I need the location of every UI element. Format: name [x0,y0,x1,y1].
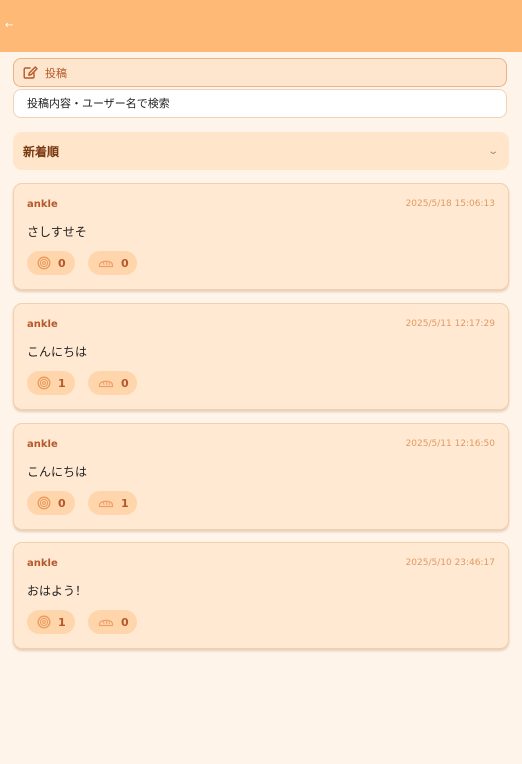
chevron-down-icon: ⌄ [486,145,499,157]
post-username[interactable]: ankle [27,558,58,569]
reaction-count: 0 [58,496,66,510]
post-timestamp: 2025/5/11 12:16:50 [405,439,495,449]
sort-select[interactable]: 新着順 ⌄ [13,132,509,170]
post-username[interactable]: ankle [27,199,58,210]
post-content: こんにちは [27,465,88,479]
reaction-count: 0 [121,256,129,270]
post-button-label: 投稿 [45,66,67,80]
reaction-count: 1 [121,496,129,510]
back-button[interactable]: ← [5,19,13,33]
bread-icon [98,616,114,628]
bagel-icon [37,256,51,270]
sort-select-label: 新着順 [23,144,60,159]
bagel-icon [37,376,51,390]
bread-icon [98,497,114,509]
bagel-icon [37,615,51,629]
post-card: ankle 2025/5/11 12:16:50 こんにちは 0 1 [13,423,509,530]
edit-icon [23,66,38,79]
post-username[interactable]: ankle [27,439,58,450]
post-content: さしすせそ [27,225,87,239]
reaction-bagel-button[interactable]: 0 [27,251,75,275]
reaction-count: 0 [58,256,66,270]
reaction-count: 1 [58,376,66,390]
post-timestamp: 2025/5/10 23:46:17 [405,558,495,568]
reaction-bread-button[interactable]: 0 [88,371,137,395]
bagel-icon [37,496,51,510]
reaction-bagel-button[interactable]: 1 [27,610,75,634]
bread-icon [98,377,114,389]
post-timestamp: 2025/5/18 15:06:13 [405,199,495,209]
new-post-button[interactable]: 投稿 [13,58,507,87]
post-card: ankle 2025/5/11 12:17:29 こんにちは 1 0 [13,303,509,410]
reaction-bagel-button[interactable]: 1 [27,371,75,395]
reaction-bagel-button[interactable]: 0 [27,491,75,515]
reaction-count: 0 [121,615,129,629]
bread-icon [98,257,114,269]
post-username[interactable]: ankle [27,319,58,330]
post-timestamp: 2025/5/11 12:17:29 [405,319,495,329]
post-content: おはよう！ [27,584,88,598]
reaction-bread-button[interactable]: 1 [88,491,137,515]
post-content: こんにちは [27,345,88,359]
reaction-count: 1 [58,615,66,629]
reaction-bread-button[interactable]: 0 [88,610,137,634]
reaction-bread-button[interactable]: 0 [88,251,137,275]
post-card: ankle 2025/5/18 15:06:13 さしすせそ 0 0 [13,183,509,290]
app-header: ← [0,0,522,52]
post-card: ankle 2025/5/10 23:46:17 おはよう！ 1 0 [13,542,509,649]
reaction-count: 0 [121,376,129,390]
search-input[interactable] [13,89,507,118]
